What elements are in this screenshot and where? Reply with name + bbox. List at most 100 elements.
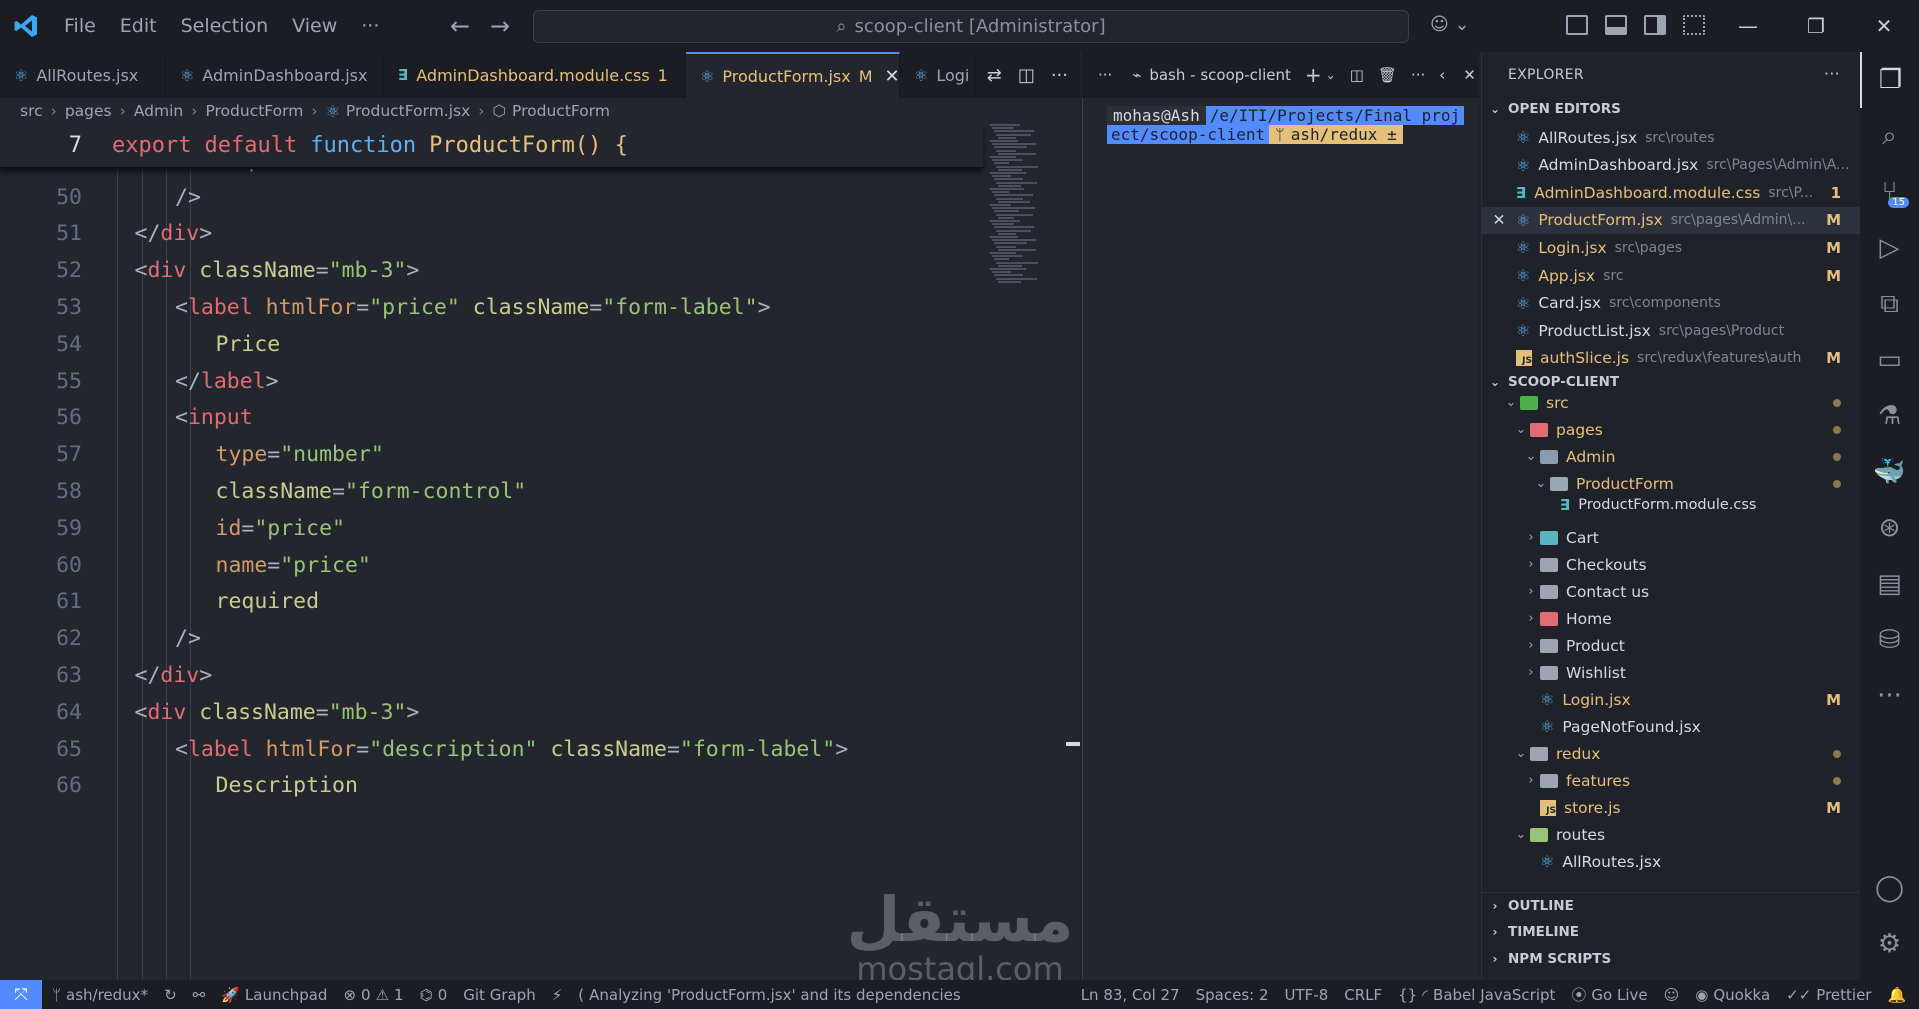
sticky-scroll-line[interactable]: 7 export default function ProductForm ()…: [0, 124, 983, 169]
explorer-files-icon[interactable]: ❐: [1860, 52, 1919, 108]
tree-folder[interactable]: › Cart: [1482, 524, 1861, 551]
breadcrumb-item[interactable]: ProductForm: [205, 102, 303, 120]
tree-folder[interactable]: ⌄ redux: [1482, 740, 1861, 767]
tree-folder[interactable]: ⌄ Admin: [1482, 443, 1861, 470]
restore-button[interactable]: ❐: [1782, 0, 1850, 52]
back-arrow-icon[interactable]: ←: [440, 12, 480, 40]
tab-admindashboard-css[interactable]: ∃ AdminDashboard.module.css 1: [384, 52, 686, 98]
tree-folder[interactable]: › Home: [1482, 605, 1861, 632]
notifications-bell-icon[interactable]: 🔔: [1887, 986, 1906, 1004]
new-terminal-icon[interactable]: +: [1305, 63, 1322, 87]
remote-explorer-icon[interactable]: ▭: [1860, 332, 1919, 388]
more-icon[interactable]: ···: [1098, 66, 1112, 84]
close-icon[interactable]: ✕: [1482, 211, 1516, 229]
tab-productform[interactable]: ⚛ ProductForm.jsx M ✕: [686, 52, 900, 98]
scrollbar-thumb[interactable]: [1066, 742, 1080, 746]
open-editors-header[interactable]: ⌄ OPEN EDITORS: [1482, 96, 1861, 122]
tree-folder[interactable]: ⌄ pages: [1482, 416, 1861, 443]
split-editor-icon[interactable]: ◫: [1018, 65, 1035, 86]
git-compare-icon[interactable]: ⚯: [193, 986, 206, 1004]
prettier-status[interactable]: ✓✓ Prettier: [1786, 986, 1871, 1004]
npm-scripts-header[interactable]: › NPM SCRIPTS: [1482, 946, 1861, 972]
tree-folder[interactable]: ⌄ ProductForm: [1482, 470, 1861, 497]
tree-file[interactable]: ⚛ AllRoutes.jsx: [1482, 848, 1861, 875]
open-editor-item[interactable]: ✕ ⚛ ProductForm.jsx src\pages\Admin\... M: [1482, 206, 1861, 234]
launchpad-status[interactable]: 🚀 Launchpad: [221, 986, 327, 1004]
breadcrumb-item[interactable]: pages: [65, 102, 112, 120]
tree-folder[interactable]: › Product: [1482, 632, 1861, 659]
tree-folder[interactable]: ⌄ routes: [1482, 821, 1861, 848]
close-tab-icon[interactable]: ✕: [885, 66, 900, 87]
compare-changes-icon[interactable]: ⇄: [987, 65, 1002, 86]
outline-header[interactable]: › OUTLINE: [1482, 892, 1861, 918]
breadcrumb-item[interactable]: src: [20, 102, 43, 120]
open-editor-item[interactable]: ⚛ AllRoutes.jsx src\routes: [1482, 124, 1861, 151]
cursor-position[interactable]: Ln 83, Col 27: [1081, 986, 1180, 1004]
chevron-left-icon[interactable]: ‹: [1439, 66, 1445, 84]
close-window-button[interactable]: ✕: [1850, 0, 1918, 52]
source-control-icon[interactable]: ⑂ 15: [1860, 164, 1919, 220]
language-mode[interactable]: {} ◜ Babel JavaScript: [1398, 986, 1555, 1004]
open-editor-item[interactable]: ⚛ Login.jsx src\pages M: [1482, 234, 1861, 261]
code-line[interactable]: 66 Description: [0, 763, 358, 808]
menu-file[interactable]: File: [52, 15, 108, 37]
indentation[interactable]: Spaces: 2: [1196, 986, 1269, 1004]
trash-icon[interactable]: 🗑: [1378, 66, 1397, 84]
tree-file[interactable]: ⚛ PageNotFound.jsx: [1482, 713, 1861, 740]
open-editor-item[interactable]: ⚛ App.jsx src M: [1482, 262, 1861, 289]
database-icon[interactable]: ⛁: [1860, 612, 1919, 668]
copilot-status-icon[interactable]: ☺: [1664, 986, 1680, 1004]
end-of-line[interactable]: CRLF: [1344, 986, 1382, 1004]
open-editor-item[interactable]: ⚛ AdminDashboard.jsx src\Pages\Admin\A...: [1482, 152, 1861, 179]
settings-gear-icon[interactable]: ⚙: [1860, 916, 1919, 972]
tree-folder[interactable]: › Checkouts: [1482, 551, 1861, 578]
tree-folder[interactable]: › Wishlist: [1482, 659, 1861, 686]
menu-view[interactable]: View: [280, 15, 349, 37]
open-editor-item[interactable]: JS authSlice.js src\redux\features\auth M: [1482, 345, 1861, 372]
menu-edit[interactable]: Edit: [108, 15, 169, 37]
git-graph-status[interactable]: Git Graph: [463, 986, 535, 1004]
more-icon[interactable]: ···: [1411, 66, 1425, 84]
tree-folder[interactable]: ⌄ src: [1482, 389, 1861, 416]
testing-icon[interactable]: ⚗: [1860, 388, 1919, 444]
breadcrumb-item[interactable]: Admin: [134, 102, 183, 120]
menu-more[interactable]: ···: [349, 15, 391, 37]
open-editor-item[interactable]: ∃ AdminDashboard.module.css src\P... 1: [1482, 179, 1861, 206]
account-icon[interactable]: ◯: [1860, 860, 1919, 916]
tree-folder[interactable]: › Contact us: [1482, 578, 1861, 605]
tree-file[interactable]: ∃ ProductForm.module.css: [1482, 495, 1861, 515]
tree-file[interactable]: JS store.js M: [1482, 794, 1861, 821]
branch-status[interactable]: ᛘ ash/redux*: [52, 986, 148, 1004]
encoding[interactable]: UTF-8: [1285, 986, 1329, 1004]
more-actions-icon[interactable]: ···: [1051, 65, 1068, 86]
search-icon[interactable]: ⌕: [1860, 108, 1919, 164]
more-views-icon[interactable]: ···: [1860, 668, 1919, 724]
run-debug-icon[interactable]: ▷: [1860, 220, 1919, 276]
problems-status[interactable]: ⊗ 0 ⚠ 1: [343, 986, 403, 1004]
remote-indicator-icon[interactable]: ⤧: [0, 980, 42, 1009]
ports-status[interactable]: ⌬ 0: [420, 986, 448, 1004]
tree-folder[interactable]: › features: [1482, 767, 1861, 794]
menu-selection[interactable]: Selection: [169, 15, 281, 37]
minimize-button[interactable]: —: [1714, 0, 1782, 52]
tab-admindashboard[interactable]: ⚛ AdminDashboard.jsx: [166, 52, 384, 98]
timeline-header[interactable]: › TIMELINE: [1482, 919, 1861, 945]
minimap[interactable]: [990, 124, 1045, 314]
toggle-panel-icon[interactable]: [1605, 15, 1627, 35]
pages-icon[interactable]: ▤: [1860, 556, 1919, 612]
tree-file[interactable]: ⚛ Login.jsx M: [1482, 686, 1861, 713]
terminal-tab-label[interactable]: bash - scoop-client: [1149, 66, 1291, 84]
tab-allroutes[interactable]: ⚛ AllRoutes.jsx: [0, 52, 166, 98]
close-panel-icon[interactable]: ✕: [1463, 66, 1476, 84]
customize-layout-icon[interactable]: [1683, 15, 1705, 35]
chevron-down-icon[interactable]: ⌄: [1326, 68, 1336, 82]
tab-login[interactable]: ⚛ Logi: [900, 52, 976, 98]
toggle-primary-sidebar-icon[interactable]: [1566, 15, 1588, 35]
open-editor-item[interactable]: ⚛ ProductList.jsx src\pages\Product: [1482, 317, 1861, 344]
go-live-button[interactable]: ⦿ Go Live: [1571, 984, 1647, 1005]
split-terminal-icon[interactable]: ◫: [1350, 66, 1364, 84]
sync-icon[interactable]: ↻: [164, 986, 177, 1004]
copilot-icon[interactable]: ☺ ⌄: [1430, 14, 1470, 35]
code-editor[interactable]: 7 export default function ProductForm ()…: [0, 124, 1080, 980]
breadcrumb-item[interactable]: ProductForm: [512, 102, 610, 120]
